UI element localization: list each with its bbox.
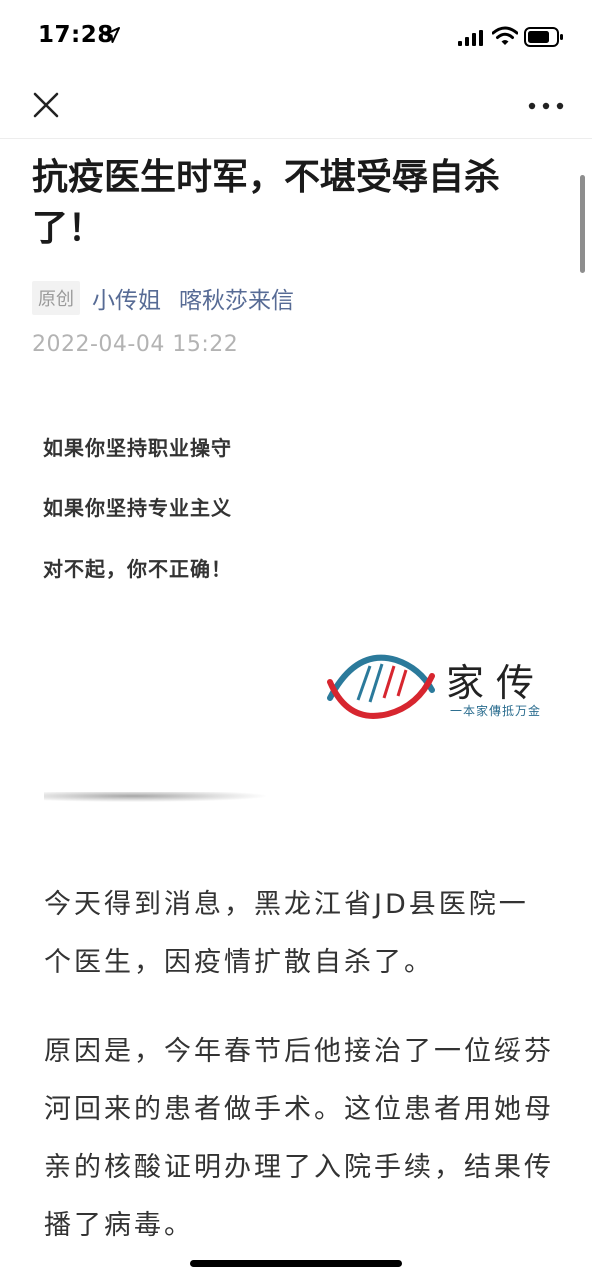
- author-link[interactable]: 小传姐: [92, 281, 161, 315]
- article-title: 抗疫医生时军，不堪受辱自杀了！: [32, 157, 501, 249]
- status-bar: 17:28: [0, 0, 592, 76]
- logo-slogan: 一本家傳抵万金: [450, 704, 542, 718]
- more-dots-icon[interactable]: [526, 94, 566, 118]
- article-meta: 原创 小传姐 喀秋莎来信: [32, 281, 294, 315]
- cellular-signal-icon: [458, 30, 483, 46]
- scrollbar-thumb[interactable]: [580, 175, 585, 273]
- jiachuan-logo: 家传 一本家傳抵万金: [326, 650, 556, 724]
- intro-line: 如果你坚持专业主义: [43, 496, 232, 520]
- dna-logo-icon: [327, 654, 435, 719]
- intro-line: 如果你坚持职业操守: [43, 436, 232, 460]
- wifi-icon: [492, 26, 518, 45]
- original-badge: 原创: [32, 281, 80, 315]
- decorative-divider: [44, 792, 266, 802]
- battery-icon: [524, 27, 563, 47]
- nav-bar: [0, 76, 592, 139]
- intro-line: 对不起，你不正确！: [43, 557, 232, 581]
- article-paragraph: 原因是，今年春节后他接治了一位绥芬河回来的患者做手术。这位患者用她母亲的核酸证明…: [44, 1036, 554, 1241]
- account-name-link[interactable]: 喀秋莎来信: [179, 281, 294, 315]
- logo-name: 家传: [446, 661, 547, 705]
- article-paragraph: 今天得到消息，黑龙江省JD县医院一个医生，因疫情扩散自杀了。: [44, 889, 529, 978]
- close-icon[interactable]: [30, 89, 62, 121]
- status-time: 17:28: [38, 22, 114, 48]
- home-indicator[interactable]: [190, 1260, 402, 1267]
- location-arrow-icon: [104, 27, 120, 43]
- publish-date: 2022-04-04 15:22: [32, 332, 239, 357]
